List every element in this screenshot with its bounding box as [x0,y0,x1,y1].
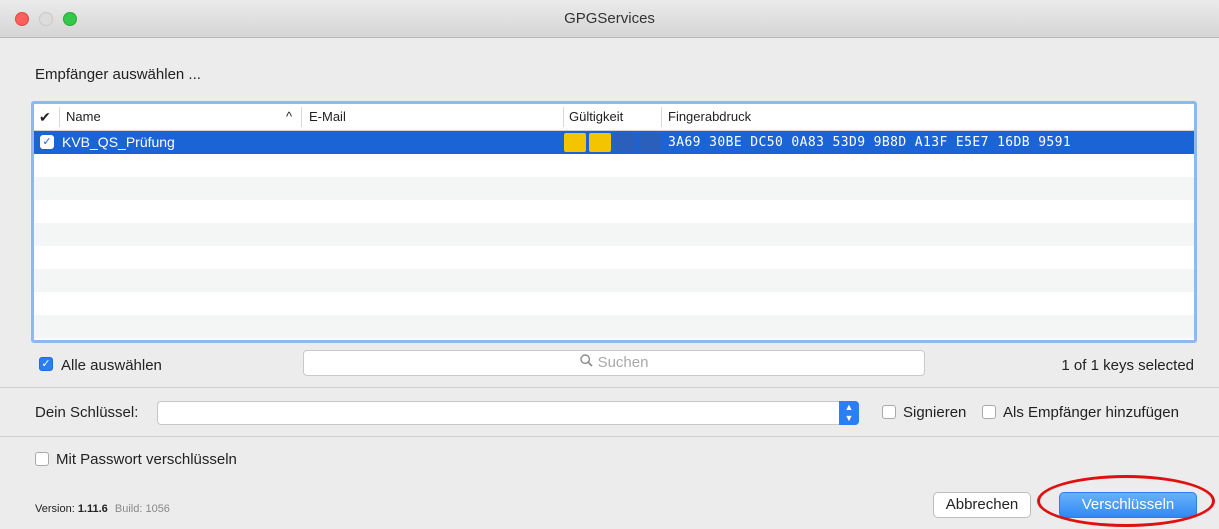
recipients-heading: Empfänger auswählen ... [35,66,201,83]
version-number: 1.11.6 [77,503,108,515]
column-divider [661,107,662,127]
select-all-label[interactable]: Alle auswählen [61,357,162,374]
version-label: Version: [35,503,75,515]
table-row-empty [34,177,1194,200]
column-divider [59,107,60,127]
table-row-empty [34,315,1194,338]
cancel-button[interactable]: Abbrechen [933,492,1031,518]
validity-indicator-empty [614,133,636,152]
table-row-empty [34,246,1194,269]
row-checkbox[interactable]: ✓ [40,135,54,149]
password-encrypt-label[interactable]: Mit Passwort verschlüsseln [56,451,237,468]
build-label: Build: [114,503,143,515]
column-header-fingerprint[interactable]: Fingerabdruck [668,104,751,130]
key-fingerprint: 3A69 30BE DC50 0A83 53D9 9B8D A13F E5E7 … [668,135,1072,150]
column-divider [563,107,564,127]
table-row-empty [34,223,1194,246]
table-header: ✔ Name ^ E-Mail Gültigkeit Fingerabdruck [34,104,1194,131]
keys-selected-count: 1 of 1 keys selected [1061,357,1194,374]
sign-checkbox[interactable] [882,405,896,419]
search-placeholder: Suchen [597,354,649,371]
table-row-empty [34,154,1194,177]
validity-indicator-filled [589,133,611,152]
validity-indicator-filled [564,133,586,152]
table-row[interactable]: ✓ KVB_QS_Prüfung 3A69 30BE DC50 0A83 53D… [34,131,1194,154]
build-number: 1056 [145,503,170,515]
key-name: KVB_QS_Prüfung [62,134,175,150]
validity-indicator-empty [639,133,661,152]
password-encrypt-checkbox[interactable] [35,452,49,466]
sign-label[interactable]: Signieren [903,404,966,421]
table-row-empty [34,269,1194,292]
highlight-circle-annotation [1037,475,1215,527]
column-divider [301,107,302,127]
table-row-empty [34,292,1194,315]
window-title: GPGServices [564,10,655,27]
section-divider [0,387,1219,388]
add-as-recipient-label[interactable]: Als Empfänger hinzufügen [1003,404,1179,421]
column-header-validity[interactable]: Gültigkeit [569,104,623,130]
recipients-table[interactable]: ✔ Name ^ E-Mail Gültigkeit Fingerabdruck… [31,101,1197,343]
chevron-updown-icon[interactable]: ▲ ▼ [839,401,859,425]
your-key-label: Dein Schlüssel: [35,404,139,421]
search-icon [579,351,593,375]
select-all-checkbox[interactable]: ✓ [39,357,53,371]
section-divider [0,436,1219,437]
version-info: Version: 1.11.6 Build: 1056 [35,503,170,515]
table-row-empty [34,200,1194,223]
search-input[interactable]: Suchen [303,350,925,376]
add-as-recipient-checkbox[interactable] [982,405,996,419]
column-header-email[interactable]: E-Mail [309,104,346,130]
your-key-select[interactable]: ▲ ▼ [157,401,859,425]
title-bar: GPGServices [0,0,1219,38]
column-header-name[interactable]: Name [66,104,101,130]
column-header-check[interactable]: ✔ [39,104,51,130]
sort-ascending-icon: ^ [286,109,293,124]
